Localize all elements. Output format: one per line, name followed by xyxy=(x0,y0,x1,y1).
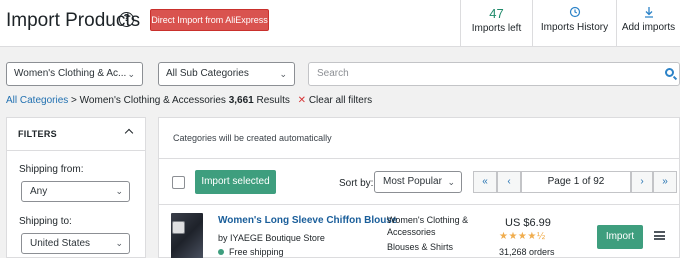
chevron-down-icon: ⌄ xyxy=(127,69,135,79)
breadcrumb-current: Women's Clothing & Accessories xyxy=(79,95,226,106)
shipping-from-value: Any xyxy=(30,186,48,197)
shipping-dot-icon xyxy=(218,249,224,255)
top-header: Import Products ? Direct Import from Ali… xyxy=(0,0,680,47)
add-imports-button[interactable]: Add imports xyxy=(616,0,680,47)
chevron-up-icon xyxy=(124,128,134,138)
results-count: 3,661 xyxy=(228,95,254,106)
imports-history-button[interactable]: Imports History xyxy=(532,0,616,47)
sort-select-value: Most Popular xyxy=(383,176,442,187)
product-price: US $6.99 xyxy=(505,217,551,229)
shipping-from-label: Shipping from: xyxy=(19,164,84,175)
rating-stars-icon: ★★★★½ xyxy=(499,231,546,242)
filters-sidebar: FILTERS Shipping from: Any ⌄ Shipping to… xyxy=(6,117,146,258)
product-orders: 31,268 orders xyxy=(499,247,555,257)
select-all-checkbox[interactable] xyxy=(172,176,185,189)
shipping-info: Free shipping xyxy=(218,247,284,257)
search-input[interactable]: Search xyxy=(308,62,680,86)
divider xyxy=(159,204,680,205)
product-store: by IYAEGE Boutique Store xyxy=(218,233,325,243)
shipping-to-value: United States xyxy=(30,238,91,249)
info-text: Categories will be created automatically xyxy=(173,133,332,143)
prev-page-button[interactable]: ‹ xyxy=(497,171,521,193)
subcategory-select-value: All Sub Categories xyxy=(166,68,249,79)
filters-heading: FILTERS xyxy=(18,129,57,139)
filters-header[interactable]: FILTERS xyxy=(7,118,145,151)
product-title[interactable]: Women's Long Sleeve Chiffon Blouse xyxy=(218,215,397,226)
imports-left-count: 47 xyxy=(489,6,504,21)
shipping-from-select[interactable]: Any ⌄ xyxy=(21,181,130,202)
last-page-button[interactable]: » xyxy=(653,171,677,193)
category-select-value: Women's Clothing & Ac... xyxy=(14,68,127,79)
direct-import-button[interactable]: Direct Import from AliExpress xyxy=(150,9,269,31)
clear-filters-link[interactable]: Clear all filters xyxy=(309,95,372,106)
products-panel: Categories will be created automatically… xyxy=(158,117,680,258)
divider xyxy=(159,158,680,159)
chevron-down-icon: ⌄ xyxy=(279,69,287,79)
product-image[interactable] xyxy=(171,213,203,258)
chevron-down-icon: ⌄ xyxy=(115,238,123,248)
shipping-label: Free shipping xyxy=(229,247,284,257)
download-icon xyxy=(617,6,680,20)
subcategory-select[interactable]: All Sub Categories ⌄ xyxy=(158,62,295,86)
shipping-to-label: Shipping to: xyxy=(19,216,72,227)
breadcrumb-all-categories[interactable]: All Categories xyxy=(6,95,68,106)
sort-select[interactable]: Most Popular ⌄ xyxy=(374,171,462,193)
breadcrumb: All Categories > Women's Clothing & Acce… xyxy=(6,95,372,106)
product-category-line1: Women's Clothing & xyxy=(387,215,469,225)
sort-label: Sort by: xyxy=(339,178,374,189)
first-page-button[interactable]: « xyxy=(473,171,497,193)
breadcrumb-separator: > xyxy=(71,95,77,106)
menu-icon[interactable] xyxy=(654,231,665,240)
page-indicator: Page 1 of 92 xyxy=(521,171,631,193)
imports-left-label: Imports left xyxy=(471,23,522,34)
imports-left-stat: 47 Imports left xyxy=(460,0,532,47)
shipping-to-select[interactable]: United States ⌄ xyxy=(21,233,130,254)
chevron-down-icon: ⌄ xyxy=(115,186,123,196)
help-icon[interactable]: ? xyxy=(119,12,134,27)
search-placeholder: Search xyxy=(317,68,349,79)
product-checkbox[interactable] xyxy=(172,221,185,234)
imports-history-label: Imports History xyxy=(540,22,609,33)
category-select[interactable]: Women's Clothing & Ac... ⌄ xyxy=(6,62,143,86)
add-imports-label: Add imports xyxy=(621,22,676,33)
product-category-line2: Accessories xyxy=(387,227,436,237)
search-icon[interactable] xyxy=(665,68,674,77)
import-selected-button[interactable]: Import selected xyxy=(195,170,276,194)
results-label: Results xyxy=(256,95,290,106)
product-category: Women's Clothing & Accessories xyxy=(387,214,468,238)
close-icon[interactable]: ✕ xyxy=(298,95,306,106)
history-icon xyxy=(533,6,616,20)
chevron-down-icon: ⌄ xyxy=(447,177,455,187)
import-button[interactable]: Import xyxy=(597,225,643,249)
product-subcategory: Blouses & Shirts xyxy=(387,242,454,252)
next-page-button[interactable]: › xyxy=(631,171,653,193)
